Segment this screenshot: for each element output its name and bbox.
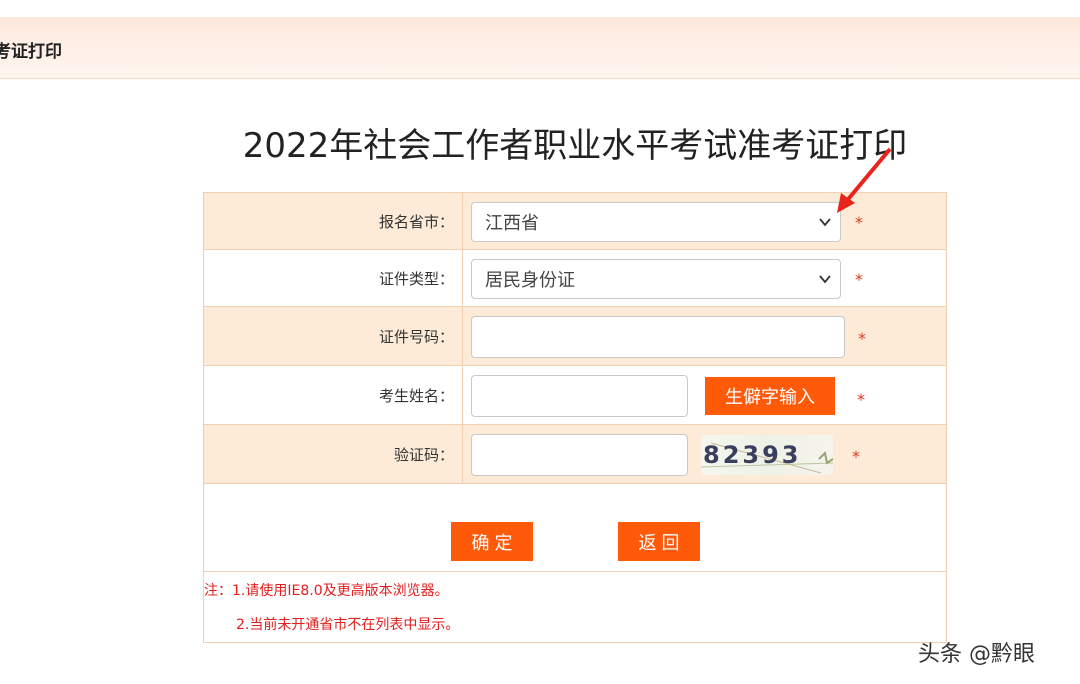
required-mark: * [855, 213, 863, 232]
captcha-input[interactable] [471, 434, 688, 476]
id-number-label: 证件号码： [204, 307, 463, 365]
annotation-arrow-icon [837, 147, 892, 213]
row-captcha: 验证码： 82393 * [204, 425, 946, 484]
breadcrumb: 考证打印 [0, 42, 62, 62]
id-type-select[interactable]: 居民身份证 [471, 259, 841, 299]
required-mark: * [858, 329, 866, 348]
province-value: 江西省 [485, 213, 539, 234]
back-button[interactable]: 返 回 [618, 522, 700, 561]
id-number-input[interactable] [471, 316, 845, 358]
top-banner: 考证打印 [0, 17, 1080, 79]
required-mark: * [855, 270, 863, 289]
action-area: 确 定 返 回 [204, 484, 946, 572]
id-type-value: 居民身份证 [485, 270, 575, 291]
note-line-1: 注：1.请使用IE8.0及更高版本浏览器。 [204, 583, 449, 599]
row-name: 考生姓名： 生僻字输入 * [204, 366, 946, 425]
id-type-label: 证件类型： [204, 250, 463, 306]
captcha-graphic: 82393 [700, 441, 834, 474]
admission-ticket-form: 报名省市： 江西省 * 证件类型： 居民身份证 * 证件号码： * 考生姓名： [203, 192, 947, 643]
province-select[interactable]: 江西省 [471, 202, 841, 242]
row-id-number: 证件号码： * [204, 307, 946, 366]
row-id-type: 证件类型： 居民身份证 * [204, 250, 946, 307]
name-label: 考生姓名： [204, 366, 463, 424]
page-title: 2022年社会工作者职业水平考试准考证打印 [242, 126, 908, 166]
required-mark: * [857, 390, 865, 409]
watermark: 头条 @黔眼 [918, 642, 1035, 667]
captcha-image[interactable]: 82393 [700, 435, 834, 475]
note-line-2: 2.当前未开通省市不在列表中显示。 [236, 617, 460, 633]
name-input[interactable] [471, 375, 688, 417]
captcha-label: 验证码： [204, 425, 463, 483]
chevron-down-icon [819, 275, 831, 284]
notes: 注：1.请使用IE8.0及更高版本浏览器。 2.当前未开通省市不在列表中显示。 [204, 572, 946, 642]
rare-char-input-button[interactable]: 生僻字输入 [705, 377, 835, 415]
required-mark: * [852, 447, 860, 466]
captcha-code: 82393 [703, 441, 802, 469]
confirm-button[interactable]: 确 定 [451, 522, 533, 561]
province-label: 报名省市： [204, 193, 463, 249]
chevron-down-icon [819, 218, 831, 227]
